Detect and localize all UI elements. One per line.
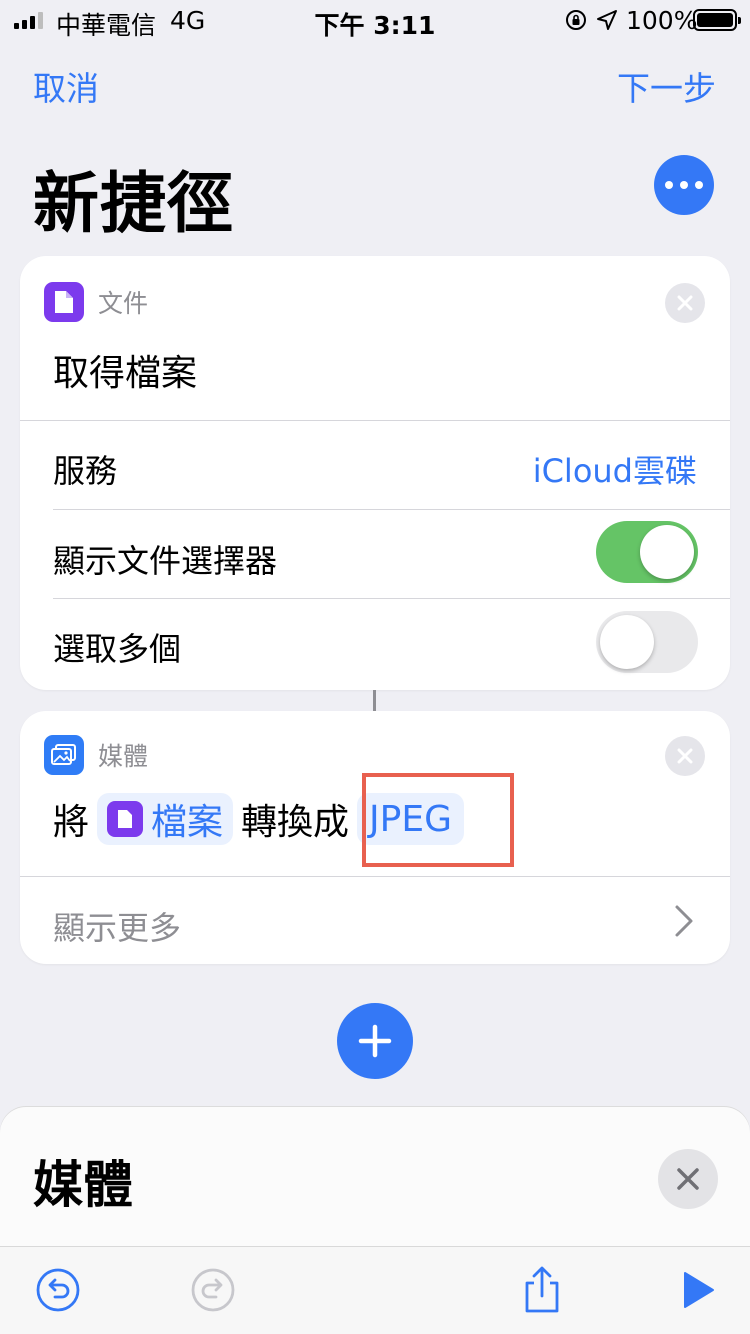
file-token-label: 檔案 [151, 802, 224, 843]
sentence-prefix: 將 [53, 802, 90, 843]
divider [53, 598, 730, 599]
action-category: 媒體 [44, 735, 148, 775]
document-icon [44, 282, 84, 322]
bottom-toolbar [0, 1246, 750, 1334]
select-multiple-toggle[interactable] [596, 611, 698, 673]
ellipsis-icon [665, 181, 673, 189]
highlight-box [362, 773, 514, 867]
sheet-title: 媒體 [33, 1156, 133, 1214]
convert-media-action-card[interactable]: 媒體 將 檔案 轉換成 JPEG 顯示更多 [20, 711, 730, 964]
get-file-action-card[interactable]: 文件 取得檔案 服務 iCloud雲碟 顯示文件選擇器 選取多個 [20, 256, 730, 690]
location-arrow-icon [597, 10, 617, 30]
run-shortcut-button[interactable] [672, 1265, 722, 1315]
undo-button[interactable] [33, 1265, 83, 1315]
close-icon [677, 1168, 699, 1190]
share-button[interactable] [517, 1265, 567, 1315]
chevron-right-icon[interactable] [672, 903, 696, 939]
battery-percentage: 100% [626, 6, 698, 35]
document-icon [107, 801, 144, 837]
play-icon [684, 1272, 714, 1308]
remove-action-button[interactable] [665, 283, 705, 323]
status-bar: 中華電信 4G 下午 3:11 100% [0, 0, 750, 40]
service-value[interactable]: iCloud雲碟 [533, 446, 697, 492]
more-options-button[interactable] [654, 155, 714, 215]
category-label: 文件 [98, 289, 149, 318]
plus-icon [358, 1024, 392, 1058]
show-more-label[interactable]: 顯示更多 [53, 903, 181, 949]
page-title: 新捷徑 [33, 165, 234, 242]
orientation-lock-icon [566, 10, 586, 30]
photos-icon [44, 735, 84, 775]
service-label: 服務 [53, 452, 118, 490]
close-sheet-button[interactable] [658, 1149, 718, 1209]
redo-icon [191, 1268, 235, 1312]
next-button[interactable]: 下一步 [617, 62, 716, 110]
divider [20, 420, 730, 421]
action-connector [373, 690, 376, 711]
cancel-button[interactable]: 取消 [33, 62, 99, 110]
action-category: 文件 [44, 282, 148, 322]
action-title: 取得檔案 [53, 353, 198, 394]
close-icon [677, 748, 693, 764]
sentence-middle: 轉換成 [241, 802, 350, 843]
redo-button[interactable] [188, 1265, 238, 1315]
close-icon [677, 295, 693, 311]
add-action-button[interactable] [337, 1003, 413, 1079]
share-icon [525, 1266, 559, 1313]
battery-icon [693, 9, 741, 31]
show-document-picker-label: 顯示文件選擇器 [53, 542, 278, 580]
category-label: 媒體 [98, 742, 149, 771]
remove-action-button[interactable] [665, 736, 705, 776]
divider [20, 876, 730, 877]
select-multiple-label: 選取多個 [53, 630, 182, 668]
show-document-picker-toggle[interactable] [596, 521, 698, 583]
undo-icon [36, 1268, 80, 1312]
divider [53, 509, 730, 510]
action-library-sheet[interactable]: 媒體 [0, 1107, 750, 1247]
file-variable-token[interactable]: 檔案 [97, 793, 234, 845]
